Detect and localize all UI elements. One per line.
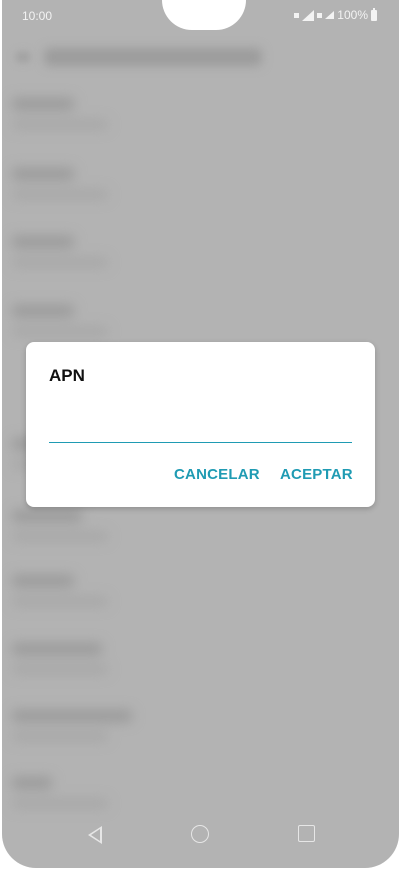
blurred-list-item	[12, 643, 108, 674]
blurred-list-item	[12, 777, 108, 808]
blurred-list-item	[12, 98, 108, 129]
phone-frame: 10:00 100% APN CANCELAR ACEPTAR	[0, 0, 401, 870]
recents-icon[interactable]	[298, 825, 315, 842]
camera-notch	[162, 0, 246, 30]
back-icon[interactable]	[88, 826, 102, 844]
apn-input[interactable]	[49, 410, 352, 443]
wifi-signal-icon	[325, 11, 335, 19]
battery-icon	[371, 7, 377, 21]
blurred-list-item	[12, 236, 108, 267]
blurred-list-item	[12, 305, 108, 336]
status-icons: 100%	[294, 7, 377, 22]
status-time: 10:00	[22, 9, 53, 23]
apn-dialog: APN CANCELAR ACEPTAR	[26, 342, 375, 507]
accept-button[interactable]: ACEPTAR	[280, 466, 353, 483]
home-icon[interactable]	[191, 825, 209, 843]
blurred-header	[44, 48, 262, 66]
battery-percentage: 100%	[337, 8, 368, 22]
signal-icon	[302, 9, 315, 21]
blurred-list-item	[12, 710, 132, 741]
navigation-bar	[2, 812, 399, 868]
dialog-title: APN	[49, 366, 85, 385]
blurred-list-item	[12, 168, 108, 199]
data-indicator-icon	[294, 12, 300, 18]
blurred-list-item	[12, 575, 108, 606]
blurred-back-arrow-icon	[16, 52, 30, 62]
sim-indicator-icon	[317, 12, 323, 18]
cancel-button[interactable]: CANCELAR	[174, 466, 260, 483]
blurred-list-item	[12, 510, 108, 541]
